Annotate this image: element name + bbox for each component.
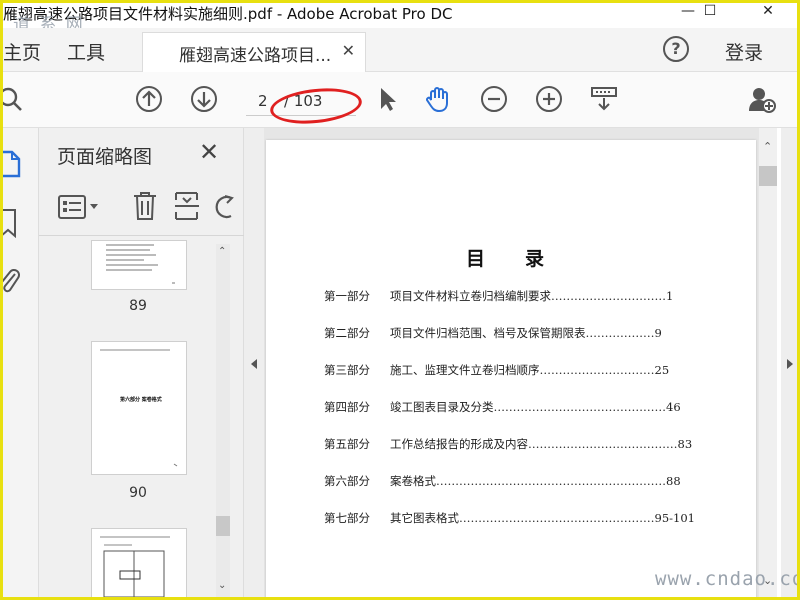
thumbnail-scrollbar[interactable]: ⌃ ⌄ — [216, 244, 230, 598]
page-thumbnails-icon[interactable] — [3, 150, 21, 178]
share-user-icon[interactable] — [748, 85, 776, 113]
toc-entry: 项目文件归档范围、档号及保管期限表………………9 — [390, 326, 662, 340]
toc-part: 第一部分 — [324, 289, 370, 303]
thumbnail-page-number: 90 — [129, 485, 147, 501]
watermark-url: www.cndao.com — [655, 568, 797, 590]
previous-page-icon[interactable] — [135, 85, 163, 113]
maximize-button[interactable]: ☐ — [693, 0, 727, 26]
toc-part: 第五部分 — [324, 437, 370, 451]
tab-tools[interactable]: 工具 — [67, 38, 105, 65]
pdf-page: 目录 第一部分 项目文件材料立卷归档编制要求…………………………1 第二部分 项… — [266, 140, 756, 598]
thumbnail-heading: 第六部分 案卷格式 — [120, 397, 162, 403]
collapse-left-pane[interactable] — [244, 128, 264, 598]
title-bar: 雁翅高速公路项目文件材料实施细则.pdf - Adobe Acrobat Pro… — [3, 0, 797, 28]
document-scrollbar[interactable]: ⌃ ⌄ — [759, 128, 777, 598]
next-page-icon[interactable] — [190, 85, 218, 113]
split-page-icon[interactable] — [173, 190, 201, 222]
toc-entry: 其它图表格式……………………………………………95-101 — [390, 511, 695, 525]
thumbnail-page-number: 89 — [129, 298, 147, 314]
toc-part: 第七部分 — [324, 511, 370, 525]
toc-row[interactable]: 第五部分 工作总结报告的形成及内容…………………………………83 — [324, 436, 724, 452]
expand-right-icon[interactable] — [786, 358, 794, 370]
delete-page-icon[interactable] — [131, 190, 159, 222]
toc-entry: 项目文件材料立卷归档编制要求…………………………1 — [390, 289, 674, 303]
toc-entry: 竣工图表目录及分类………………………………………46 — [390, 400, 681, 414]
close-window-button[interactable]: ✕ — [751, 0, 785, 26]
toc-part: 第六部分 — [324, 474, 370, 488]
rotate-page-icon[interactable] — [213, 192, 237, 220]
thumbnail-preview — [106, 244, 175, 284]
thumbnail-preview — [100, 349, 178, 467]
toc-row[interactable]: 第四部分 竣工图表目录及分类………………………………………46 — [324, 399, 724, 415]
page-thumbnails-panel: 页面缩略图 ✕ 89 第六部分 案卷格式 90 ⌃ ⌄ — [39, 128, 244, 598]
thumbnail-scroll-thumb[interactable] — [216, 516, 230, 536]
thumbnail-options-icon[interactable] — [57, 194, 101, 220]
toc-entry: 工作总结报告的形成及内容…………………………………83 — [390, 437, 693, 451]
tab-bar: 主页 工具 雁翅高速公路项目... ✕ ? 登录 — [3, 28, 797, 72]
toc-part: 第四部分 — [324, 400, 370, 414]
toc-entry: 案卷格式……………………………………………………88 — [390, 474, 681, 488]
search-icon[interactable] — [3, 85, 25, 113]
bookmarks-icon[interactable] — [3, 208, 19, 238]
thumbnail-page-91[interactable] — [91, 528, 187, 598]
thumbnail-page-90[interactable]: 第六部分 案卷格式 — [91, 341, 187, 475]
left-rail — [3, 128, 39, 598]
thumbnail-preview — [100, 536, 170, 598]
scroll-up-icon[interactable]: ⌃ — [218, 246, 226, 257]
document-tab-label: 雁翅高速公路项目... — [179, 46, 332, 66]
toc-row[interactable]: 第一部分 项目文件材料立卷归档编制要求…………………………1 — [324, 288, 724, 304]
document-view[interactable]: 目录 第一部分 项目文件材料立卷归档编制要求…………………………1 第二部分 项… — [264, 128, 759, 598]
select-pointer-icon[interactable] — [373, 85, 401, 113]
zoom-in-icon[interactable] — [535, 85, 563, 113]
attachments-icon[interactable] — [3, 266, 21, 296]
toc-row[interactable]: 第七部分 其它图表格式……………………………………………95-101 — [324, 510, 724, 526]
current-page-input[interactable]: 2 — [258, 92, 268, 110]
toc-part: 第二部分 — [324, 326, 370, 340]
page-display-icon[interactable] — [590, 85, 618, 113]
thumbnail-page-89[interactable] — [91, 240, 187, 290]
scroll-up-icon[interactable]: ⌃ — [763, 140, 772, 153]
zoom-out-icon[interactable] — [480, 85, 508, 113]
login-button[interactable]: 登录 — [725, 38, 763, 65]
close-panel-icon[interactable]: ✕ — [199, 138, 219, 166]
toc-title: 目录 — [466, 248, 585, 270]
toc-row[interactable]: 第二部分 项目文件归档范围、档号及保管期限表………………9 — [324, 325, 724, 341]
toc-part: 第三部分 — [324, 363, 370, 377]
document-scroll-thumb[interactable] — [759, 166, 777, 186]
tab-home[interactable]: 主页 — [3, 38, 41, 65]
acrobat-window: 雁翅高速公路项目文件材料实施细则.pdf - Adobe Acrobat Pro… — [3, 0, 797, 598]
collapse-right-pane[interactable] — [781, 128, 797, 598]
tab-document[interactable]: 雁翅高速公路项目... ✕ — [142, 32, 366, 72]
panel-toolbar — [39, 180, 244, 236]
close-tab-icon[interactable]: ✕ — [342, 41, 355, 60]
toc-entry: 施工、监理文件立卷归档顺序…………………………25 — [390, 363, 670, 377]
hand-tool-icon[interactable] — [424, 85, 452, 113]
toolbar: 2 / 103 — [3, 72, 797, 128]
help-icon[interactable]: ? — [663, 36, 689, 62]
scroll-down-icon[interactable]: ⌄ — [218, 580, 226, 591]
toc-row[interactable]: 第六部分 案卷格式……………………………………………………88 — [324, 473, 724, 489]
toc-row[interactable]: 第三部分 施工、监理文件立卷归档顺序…………………………25 — [324, 362, 724, 378]
collapse-left-icon[interactable] — [250, 358, 258, 370]
panel-title: 页面缩略图 — [57, 146, 153, 168]
